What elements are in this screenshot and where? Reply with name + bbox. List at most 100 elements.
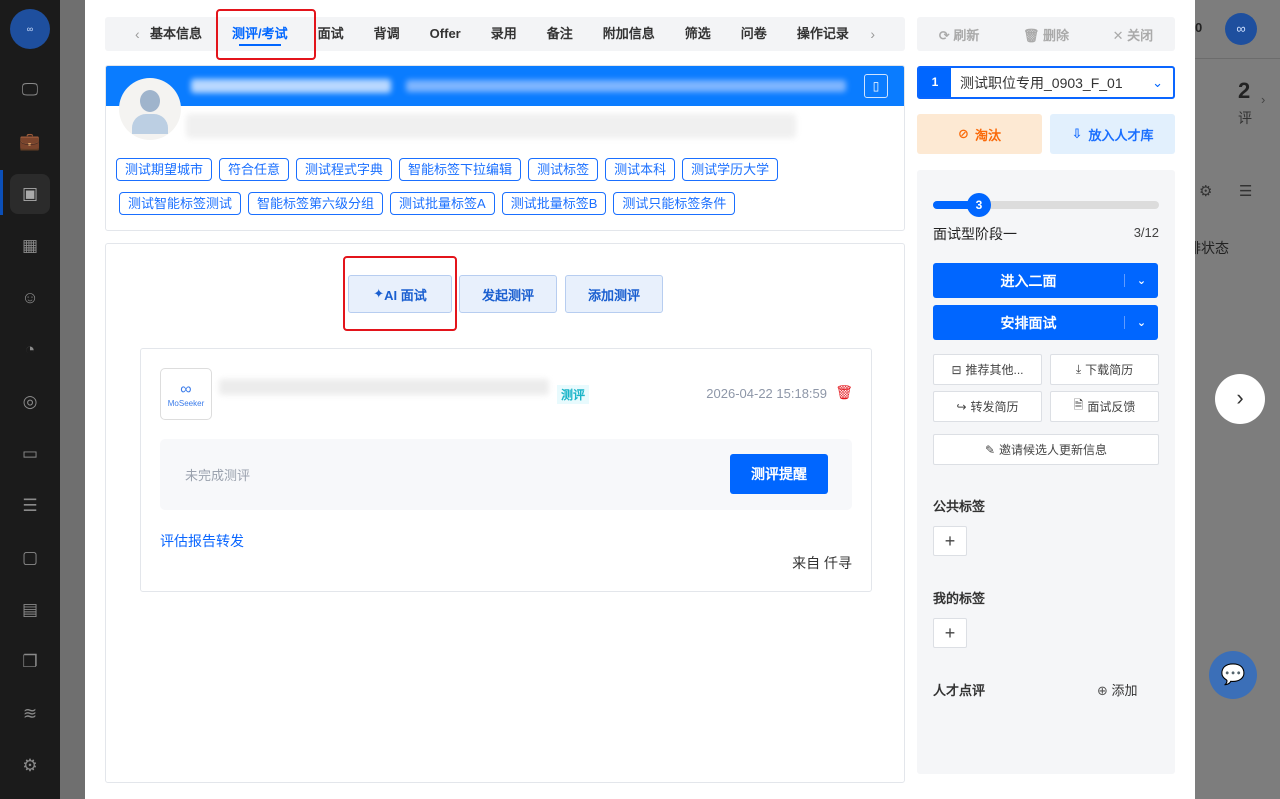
eliminate-label: 淘汰 [974,127,1001,143]
position-index: 1 [919,68,951,97]
chevron-right-icon[interactable]: › [1261,92,1265,107]
documents-icon[interactable]: ❐ [10,642,50,682]
users-icon[interactable]: ☺ [10,278,50,318]
stage-handle[interactable]: 3 [967,193,991,217]
tag[interactable]: 测试智能标签测试 [119,192,242,215]
status-text: 未完成测评 [185,468,251,483]
tab-offer[interactable]: Offer [415,17,476,51]
candidate-modal: ‹ 基本信息 测评/考试 面试 背调 Offer 录用 备注 附加信息 筛选 问… [85,0,1195,799]
resume-file-icon[interactable]: ▯ [864,74,888,98]
contact-card-icon[interactable]: ▢ [10,538,50,578]
receipt-icon[interactable]: ☰ [10,486,50,526]
tab-scroll-right-icon[interactable]: › [870,17,875,51]
invite-update-button[interactable]: ✎ 邀请候选人更新信息 [933,434,1159,465]
target-icon[interactable]: ◎ [10,382,50,422]
settings-icon[interactable]: ⚙ [10,746,50,786]
talent-pool-label: 放入人才库 [1088,127,1154,143]
tag[interactable]: 测试批量标签A [390,192,495,215]
chat-icon[interactable]: ▭ [10,434,50,474]
resume-icon[interactable]: ▣ [10,174,50,214]
interview-feedback-button[interactable]: 🗎 面试反馈 [1050,391,1159,422]
schedule-interview-button[interactable]: 安排面试 ⌄ [933,305,1158,340]
blurred-name [191,79,391,93]
tab-additional-info[interactable]: 附加信息 [588,17,670,51]
next-candidate-button[interactable]: › [1215,374,1265,424]
tag[interactable]: 测试期望城市 [116,158,213,181]
vendor-logo: ∞ MoSeeker [160,368,212,420]
add-my-tag-button[interactable]: + [933,618,967,648]
tab-basic-info[interactable]: 基本信息 [135,17,217,51]
talent-pool-button[interactable]: ⇩ 放入人才库 [1050,114,1175,154]
bg-badge: 0 [1195,20,1203,35]
tag[interactable]: 符合任意 [219,158,290,181]
tag[interactable]: 测试程式字典 [296,158,393,181]
active-indicator [0,170,3,215]
ban-icon: ⊘ [958,126,969,141]
chat-support-button[interactable]: 💬 [1209,651,1257,699]
gear-icon[interactable]: ⚙ [1199,182,1212,200]
candidate-profile-card: ▯ 测试期望城市 符合任意 测试程式字典 智能标签下拉编辑 测试标签 测试本科 … [105,65,905,231]
forward-resume-button[interactable]: ↪ 转发简历 [933,391,1042,422]
close-label: 关闭 [1127,27,1154,43]
toolbar: ⟳ 刷新 🗑 删除 ✕ 关闭 [917,17,1175,51]
tab-operation-log[interactable]: 操作记录 [782,17,864,51]
next-round-button[interactable]: 进入二面 ⌄ [933,263,1158,298]
briefcase-icon: ⊟ [951,362,962,377]
start-assessment-button[interactable]: 发起测评 [459,275,557,313]
my-tags-heading: 我的标签 [933,591,986,606]
chevron-down-icon[interactable]: ⌄ [1124,274,1158,287]
dashboard-icon[interactable]: 🖵 [10,70,50,110]
tab-questionnaire[interactable]: 问卷 [726,17,782,51]
badge-icon[interactable]: ▤ [10,590,50,630]
stage-progress-text: 3/12 [1133,225,1159,240]
highlight-box [216,9,316,60]
blurred-details [186,114,796,138]
trash-icon[interactable]: 🗑 [835,384,853,401]
tag[interactable]: 测试批量标签B [501,192,607,215]
tag[interactable]: 测试只能标签条件 [613,192,736,215]
tab-notes[interactable]: 备注 [532,17,588,51]
tab-screening[interactable]: 筛选 [670,17,726,51]
recommend-other-button[interactable]: ⊟ 推荐其他... [933,354,1042,385]
bg-count: 2 [1238,78,1251,103]
briefcase-icon[interactable]: 💼 [10,122,50,162]
list-icon[interactable]: ☰ [1239,182,1252,200]
background-right: 0 ∞ 2 评 › ⚙ ☰ 排状态 › 💬 [1187,0,1280,799]
stage-progress: 3 [933,193,1159,217]
add-review-button[interactable]: ⊕ 添加 [1097,680,1138,699]
pie-chart-icon[interactable]: ◔ [10,330,50,370]
tag[interactable]: 智能标签下拉编辑 [399,158,522,181]
user-avatar[interactable]: ∞ [1225,13,1257,45]
chevron-down-icon[interactable]: ⌄ [1124,316,1158,329]
assessment-status-box: 未完成测评 测评提醒 [160,439,852,510]
add-public-tag-button[interactable]: + [933,526,967,556]
document-edit-icon: 🗎 [1073,398,1084,412]
background-page [60,0,85,799]
tag[interactable]: 测试本科 [605,158,676,181]
tag[interactable]: 测试学历大学 [682,158,779,181]
delete-button[interactable]: 🗑 删除 [1023,25,1069,44]
layers-icon[interactable]: ≋ [10,694,50,734]
schedule-label: 安排面试 [1000,314,1057,331]
close-button[interactable]: ✕ 关闭 [1113,25,1154,44]
forward-report-link[interactable]: 评估报告转发 [160,531,244,551]
tab-hire[interactable]: 录用 [476,17,532,51]
refresh-button[interactable]: ⟳ 刷新 [939,25,980,44]
recommend-label: 推荐其他... [965,363,1024,377]
tag[interactable]: 测试标签 [528,158,599,181]
download-label: 下载简历 [1085,363,1134,377]
position-select[interactable]: 1 测试职位专用_0903_F_01 ⌄ [917,66,1175,99]
eliminate-button[interactable]: ⊘ 淘汰 [917,114,1042,154]
remind-button[interactable]: 测评提醒 [730,454,828,494]
assessment-panel: ✦ AI 面试 发起测评 添加测评 ∞ MoSeeker 测评 2026-04-22… [105,243,905,783]
tag-row: 测试期望城市 符合任意 测试程式字典 智能标签下拉编辑 测试标签 测试本科 测试… [116,158,779,181]
add-assessment-button[interactable]: 添加测评 [565,275,663,313]
app-logo[interactable]: ∞ [10,9,50,49]
sidebar: ∞ 🖵 💼 ▣ ▦ ☺ ◔ ◎ ▭ ☰ ▢ ▤ ❐ ≋ ⚙ [0,0,60,799]
assessment-item: ∞ MoSeeker 测评 2026-04-22 15:18:59 🗑 未完成测评… [140,348,872,592]
tab-background-check[interactable]: 背调 [359,17,415,51]
tag[interactable]: 智能标签第六级分组 [248,192,384,215]
calendar-icon[interactable]: ▦ [10,226,50,266]
stage-panel: 3 面试型阶段一 3/12 进入二面 ⌄ 安排面试 ⌄ ⊟ 推荐其他... ⤓ 下载简历… [917,170,1175,774]
download-resume-button[interactable]: ⤓ 下载简历 [1050,354,1159,385]
